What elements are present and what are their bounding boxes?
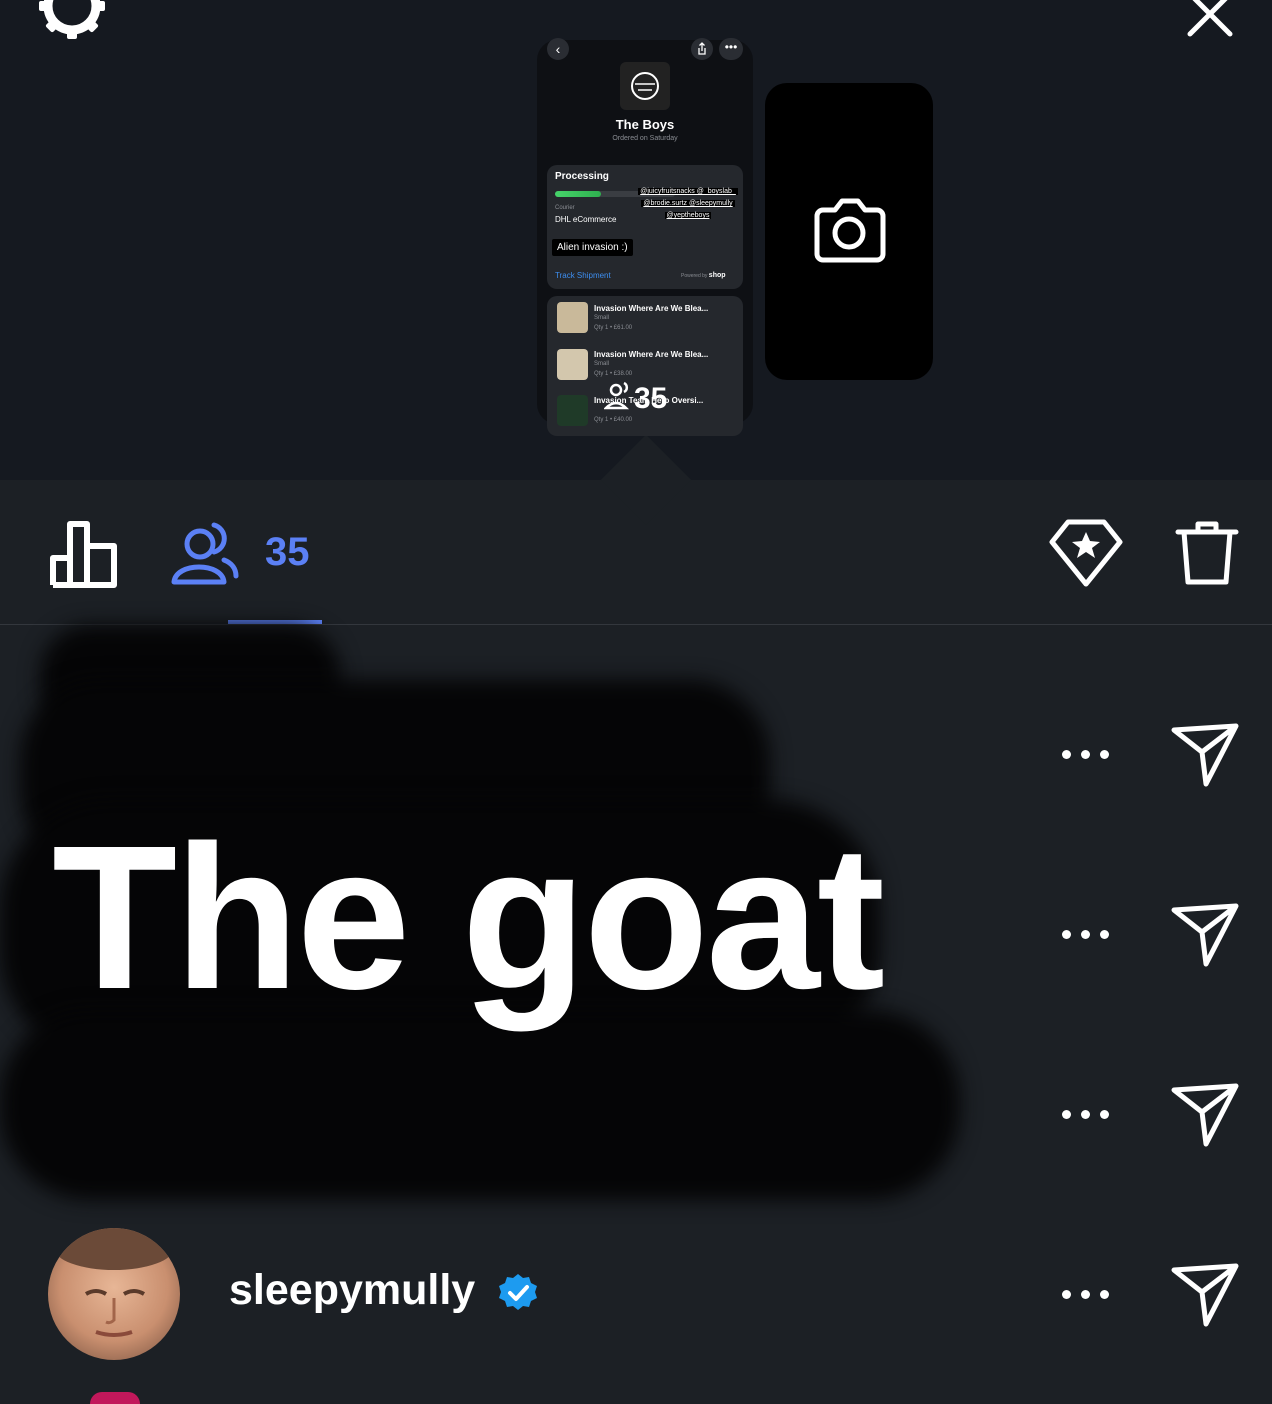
camera-icon <box>809 192 889 273</box>
mention-line[interactable]: @yeptheboys <box>664 212 712 219</box>
mention-stickers[interactable]: @juicyfruitsnacks @_boyslab_ @brodie.sur… <box>630 186 746 222</box>
verified-badge-icon <box>498 1273 538 1318</box>
back-icon: ‹ <box>547 38 569 60</box>
order-date: Ordered on Saturday <box>612 135 678 142</box>
send-message-button[interactable] <box>1170 722 1242 793</box>
avatar[interactable] <box>90 1392 140 1404</box>
settings-button[interactable] <box>36 0 108 47</box>
mention-line[interactable]: @juicyfruitsnacks @_boyslab_ <box>638 188 738 195</box>
more-options-button[interactable] <box>1062 1108 1110 1120</box>
item-name: Invasion Where Are We Blea... <box>594 350 709 359</box>
viewers-icon <box>171 522 239 585</box>
viewers-icon <box>602 381 630 410</box>
item-size: Small <box>594 315 610 321</box>
trash-icon <box>1175 521 1239 585</box>
courier-label: Courier <box>555 205 575 211</box>
shipment-progress-fill <box>555 191 601 197</box>
more-options-button[interactable] <box>1062 748 1110 760</box>
shop-logo <box>620 62 670 110</box>
shop-title: The Boys <box>615 117 675 132</box>
insights-tab[interactable] <box>48 518 120 595</box>
send-icon <box>1171 1263 1239 1327</box>
gear-icon <box>39 0 105 39</box>
redaction-scribble <box>0 1010 960 1200</box>
order-status: Processing <box>555 171 609 182</box>
item-size: Small <box>594 361 610 367</box>
item-thumbnail <box>557 395 588 426</box>
highlight-star-icon <box>1049 519 1123 587</box>
item-thumbnail <box>557 302 588 333</box>
item-qty: Qty 1 • £38.00 <box>594 371 633 377</box>
share-icon <box>691 38 713 60</box>
text-sticker: Alien invasion :) <box>552 239 633 256</box>
item-name: Invasion Where Are We Blea... <box>594 304 709 313</box>
courier-value: DHL eCommerce <box>555 215 617 224</box>
send-message-button[interactable] <box>1170 902 1242 973</box>
more-options-button[interactable] <box>1062 928 1110 940</box>
track-shipment-link[interactable]: Track Shipment <box>555 271 611 280</box>
viewer-username[interactable]: sleepymully <box>229 1266 475 1315</box>
close-icon <box>1187 0 1233 37</box>
item-qty: Qty 1 • £61.00 <box>594 325 633 331</box>
send-message-button[interactable] <box>1170 1082 1242 1153</box>
viewers-tab[interactable] <box>168 520 240 593</box>
close-button[interactable] <box>1186 0 1250 45</box>
send-icon <box>1171 903 1239 967</box>
delete-button[interactable] <box>1174 518 1240 593</box>
more-options-button[interactable] <box>1062 1288 1110 1300</box>
send-message-button[interactable] <box>1170 1262 1242 1333</box>
mention-line[interactable]: @brodie.surtz @sleepymully <box>641 200 735 207</box>
item-qty: Qty 1 • £40.00 <box>594 417 633 423</box>
powered-by: Powered by shop <box>681 272 726 279</box>
item-thumbnail <box>557 349 588 380</box>
bar-chart-icon <box>50 521 117 588</box>
more-icon: ••• <box>719 38 743 60</box>
send-icon <box>1171 1083 1239 1147</box>
text-sticker-overlay: The goat <box>52 803 885 1032</box>
highlight-button[interactable] <box>1048 518 1124 593</box>
viewers-count[interactable]: 35 <box>265 530 310 575</box>
send-icon <box>1171 723 1239 787</box>
avatar[interactable] <box>48 1228 180 1360</box>
viewer-count-overlay: 35 <box>602 380 667 416</box>
